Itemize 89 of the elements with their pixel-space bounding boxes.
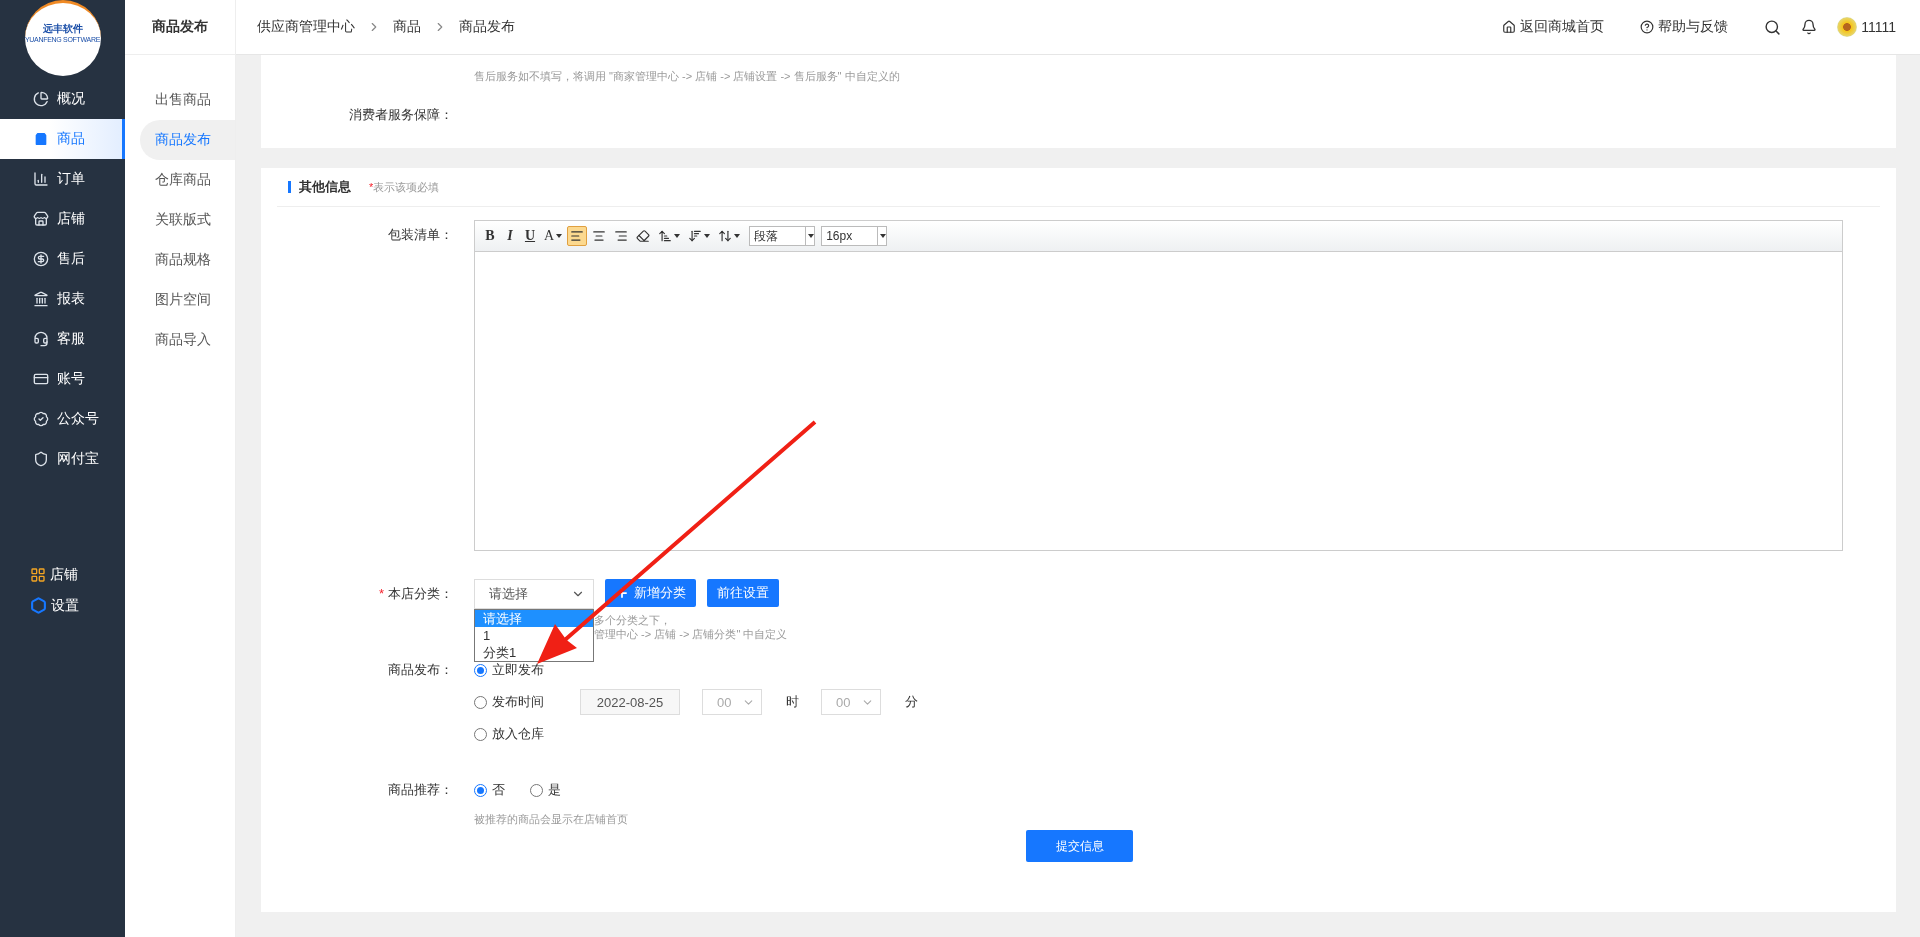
submit-button[interactable]: 提交信息: [1026, 830, 1133, 862]
avatar[interactable]: [1837, 17, 1858, 37]
radio-option[interactable]: 否: [474, 781, 505, 799]
required-note: 表示该项必填: [373, 179, 440, 195]
subnav-item[interactable]: 出售商品: [125, 80, 235, 120]
home-icon: [1502, 20, 1517, 34]
eraser-icon: [636, 229, 651, 243]
caret-icon: [734, 234, 741, 238]
caret-icon: [674, 234, 681, 238]
subnav-item[interactable]: 关联版式: [125, 200, 235, 240]
subnav-item[interactable]: 商品规格: [125, 240, 235, 280]
radio-option[interactable]: 发布时间: [474, 693, 544, 711]
subnav-item[interactable]: 仓库商品: [125, 160, 235, 200]
align-center-icon: [592, 229, 607, 243]
pie-chart-icon: [33, 91, 49, 107]
headset-icon: [33, 331, 49, 347]
bar-chart-icon: [33, 171, 49, 187]
format-button[interactable]: I: [501, 226, 519, 246]
breadcrumb-item[interactable]: 供应商管理中心: [257, 18, 355, 36]
user-name[interactable]: 11111: [1861, 19, 1896, 35]
sidebar-item[interactable]: 售后: [0, 239, 125, 279]
indent-icon: [658, 229, 673, 243]
field-label: 商品发布：: [387, 661, 454, 679]
breadcrumb-item[interactable]: 商品: [393, 18, 421, 36]
hint-text: 被推荐的商品会显示在店铺首页: [474, 812, 629, 826]
field-label: 消费者服务保障：: [348, 106, 454, 124]
hint-text: 售后服务如不填写，将调用 "商家管理中心 -> 店铺 -> 店铺设置 -> 售后服务" 中自定义的: [474, 69, 900, 83]
badge-check-icon: [33, 411, 49, 427]
subnav-item[interactable]: 商品导入: [125, 320, 235, 360]
font-size-select[interactable]: 16px: [821, 226, 888, 246]
sidebar-item[interactable]: 网付宝: [0, 439, 125, 479]
category-select[interactable]: 请选择: [474, 579, 594, 609]
field-label: 商品推荐：: [387, 781, 454, 799]
format-button[interactable]: B: [481, 226, 499, 246]
add-category-button[interactable]: 新增分类: [605, 579, 696, 607]
coin-icon: [33, 251, 49, 267]
subnav-item[interactable]: 商品发布: [140, 120, 235, 160]
subnav-item[interactable]: 图片空间: [125, 280, 235, 320]
sidebar-item[interactable]: 订单: [0, 159, 125, 199]
required-mark: *: [369, 181, 374, 193]
format-button[interactable]: U: [521, 226, 539, 246]
field-label: * 本店分类：: [377, 585, 454, 603]
card-icon: [33, 371, 49, 387]
caret-icon: [880, 234, 887, 238]
line-height-icon: [718, 229, 733, 243]
radio-option[interactable]: 放入仓库: [474, 725, 544, 743]
sidebar-link[interactable]: 店铺: [0, 559, 125, 590]
radio-option[interactable]: 立即发布: [474, 661, 544, 679]
sidebar-item[interactable]: 商品: [0, 119, 125, 159]
header-link[interactable]: 返回商城首页: [1502, 18, 1605, 36]
grid-icon: [30, 566, 46, 583]
field-label: 包装清单：: [387, 226, 454, 244]
format-button[interactable]: A: [541, 226, 566, 246]
radio-option[interactable]: 是: [530, 781, 561, 799]
hexagon-icon: [30, 597, 47, 614]
unit-label: 时: [786, 693, 799, 711]
sidebar-item[interactable]: 账号: [0, 359, 125, 399]
align-left-icon: [570, 229, 585, 243]
caret-icon: [556, 234, 563, 238]
help-icon: [1640, 20, 1655, 34]
header-link[interactable]: 帮助与反馈: [1640, 18, 1729, 36]
unit-label: 分: [905, 693, 918, 711]
sidebar-item[interactable]: 店铺: [0, 199, 125, 239]
caret-icon: [808, 234, 815, 238]
caret-icon: [704, 234, 711, 238]
store-icon: [33, 211, 49, 227]
sidebar-item[interactable]: 概况: [0, 79, 125, 119]
required-mark: *: [378, 586, 384, 601]
toolbar-button[interactable]: [567, 226, 588, 246]
bell-icon[interactable]: [1801, 19, 1818, 35]
paragraph-spacing-icon: [688, 229, 703, 243]
sidebar-item[interactable]: 客服: [0, 319, 125, 359]
section-marker: [288, 181, 291, 193]
search-icon[interactable]: [1764, 18, 1782, 36]
breadcrumb-item[interactable]: 商品发布: [459, 18, 515, 36]
section-title: 其他信息: [299, 178, 351, 196]
sidebar-item[interactable]: 报表: [0, 279, 125, 319]
building-icon: [33, 291, 49, 307]
align-right-icon: [614, 229, 629, 243]
sidebar-link[interactable]: 设置: [0, 590, 125, 621]
paragraph-select[interactable]: 段落: [749, 226, 816, 246]
settings-button[interactable]: 前往设置: [707, 579, 779, 607]
date-field[interactable]: 2022-08-25: [580, 689, 680, 715]
subnav-title: 商品发布: [125, 0, 235, 55]
hint-text: 管理中心 -> 店铺 -> 店铺分类" 中自定义: [594, 627, 788, 641]
hint-text: 多个分类之下，: [594, 613, 672, 627]
rich-text-editor[interactable]: B I U A 段落 16px: [474, 220, 1843, 551]
sidebar-item[interactable]: 公众号: [0, 399, 125, 439]
shield-icon: [33, 451, 49, 467]
